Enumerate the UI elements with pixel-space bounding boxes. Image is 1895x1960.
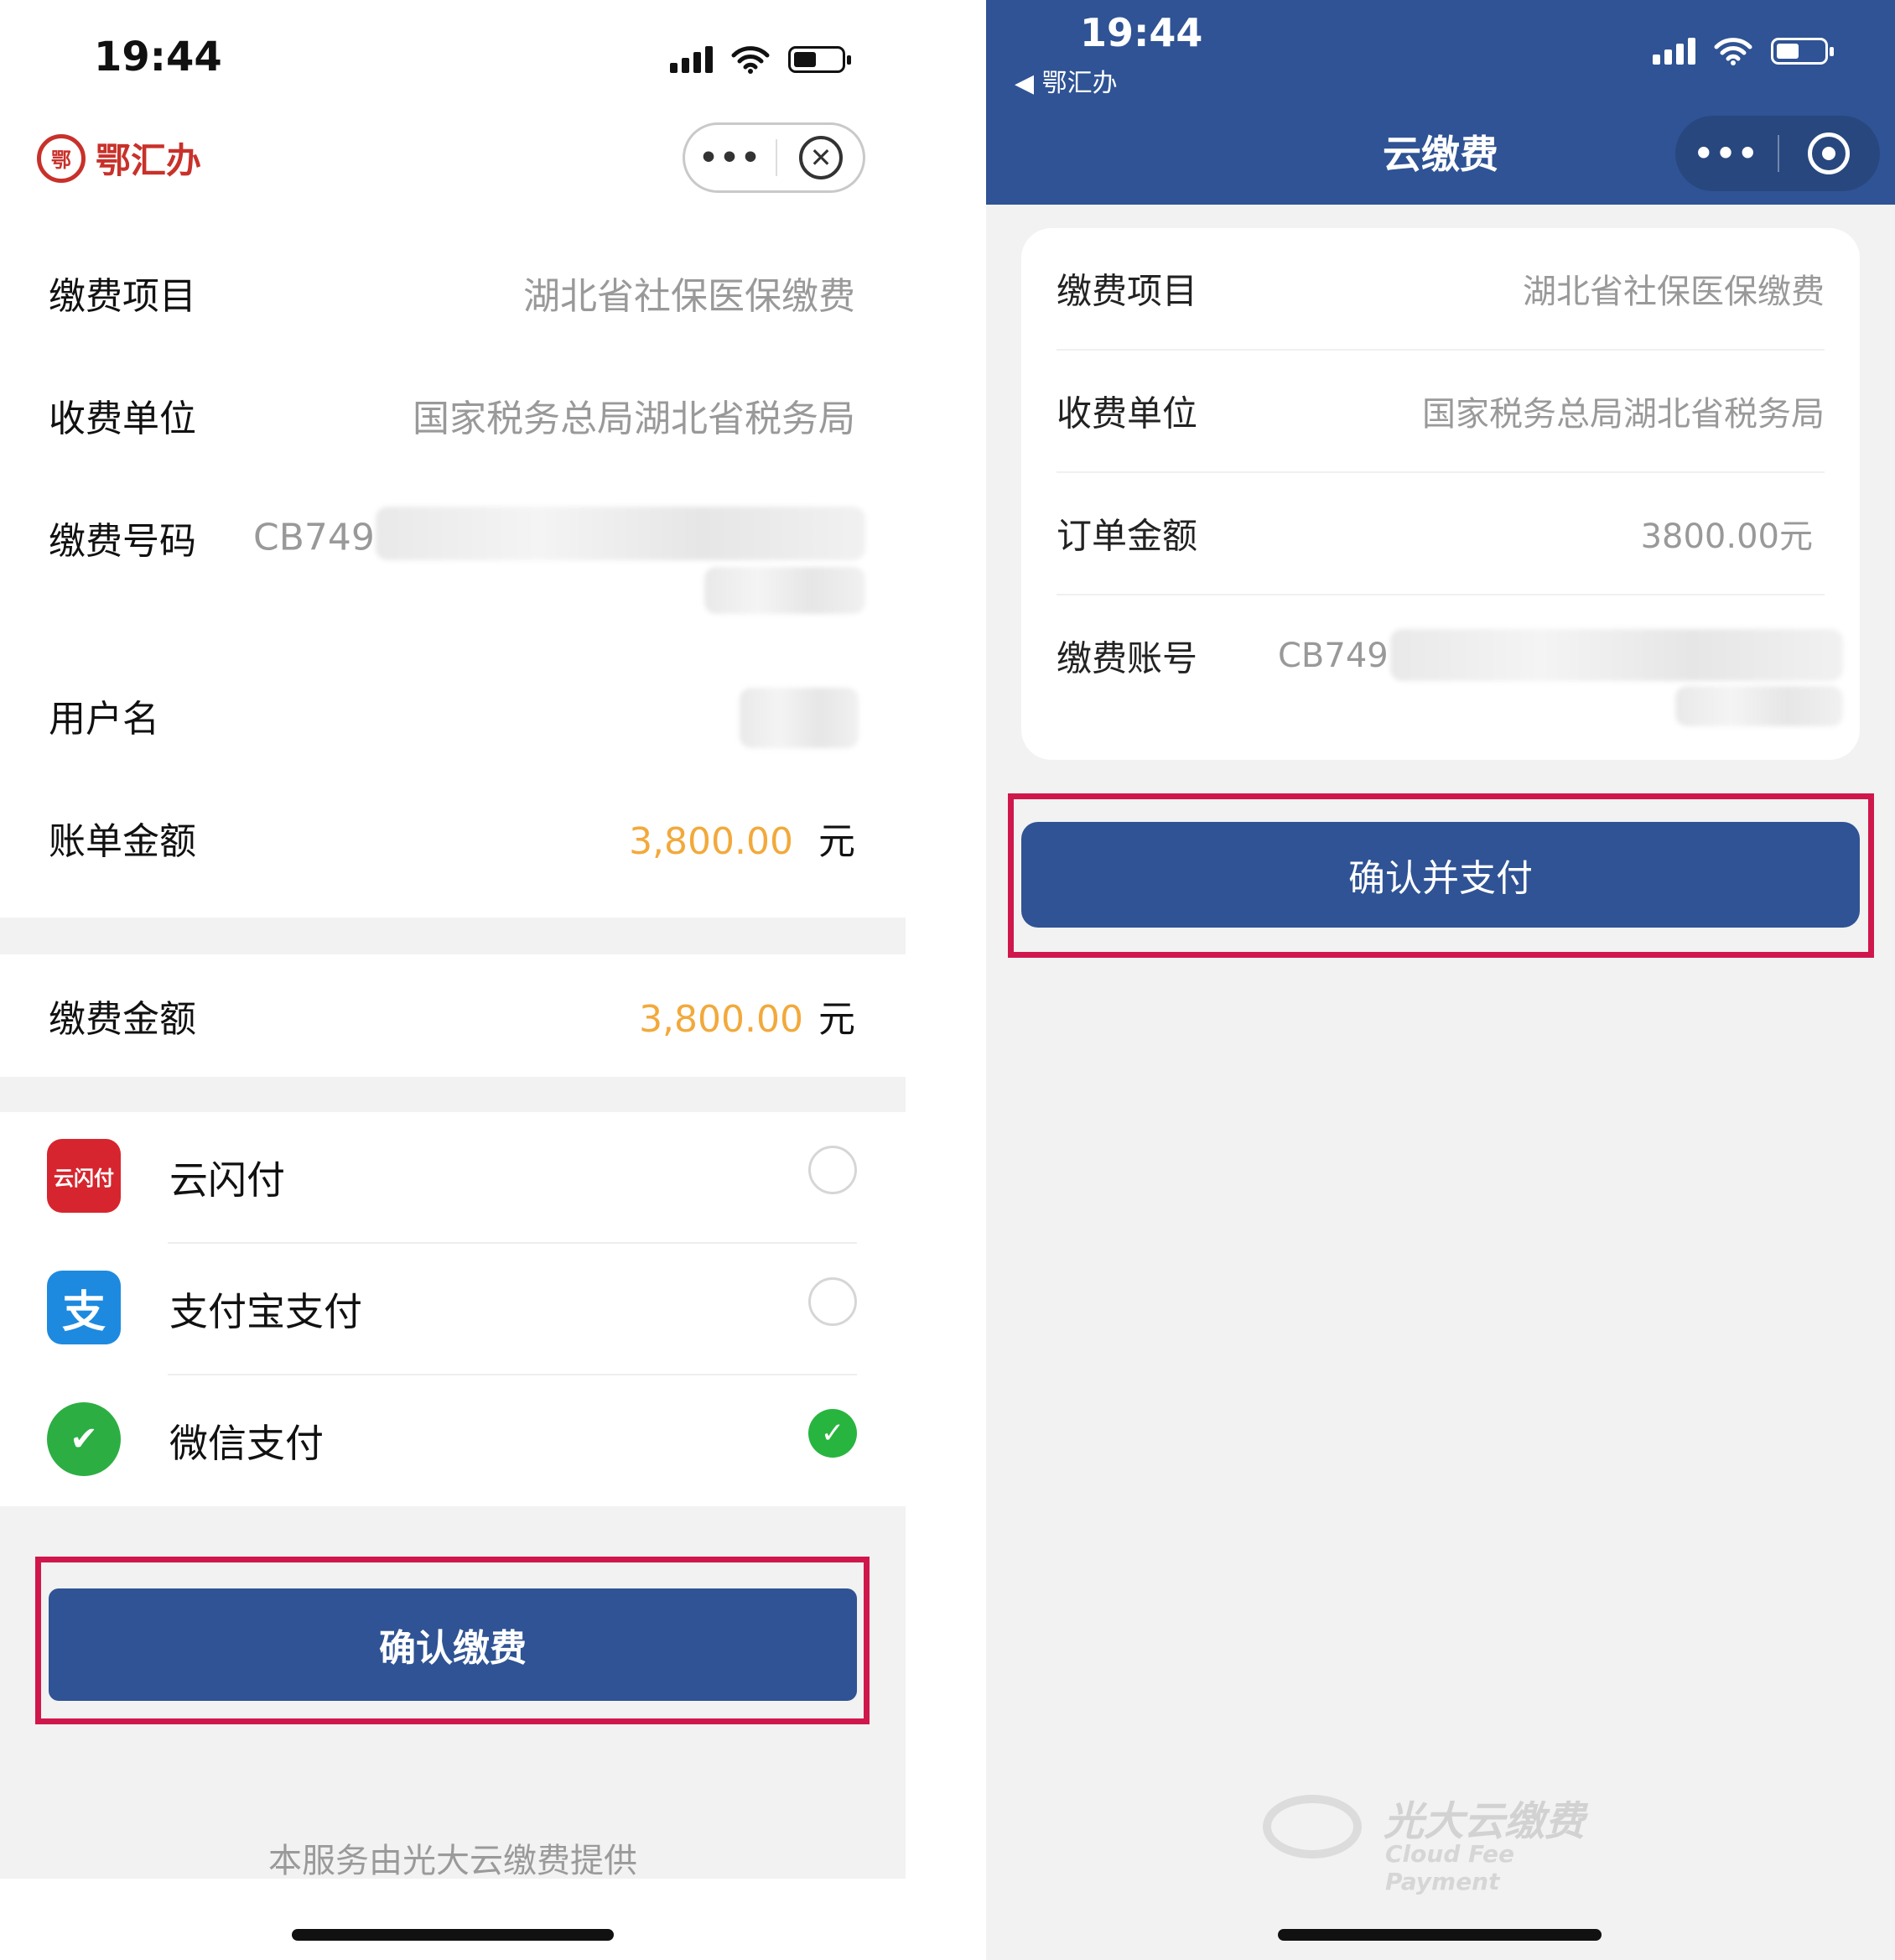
order-amount-value: 3800.00元	[1640, 517, 1813, 556]
radio-unselected[interactable]	[808, 1277, 857, 1326]
status-bar: 19:44	[0, 0, 906, 109]
payment-option-wechat[interactable]: ✔ 微信支付 ✓	[0, 1375, 906, 1506]
row-value: 国家税务总局湖北省税务局	[413, 398, 855, 440]
wifi-icon	[1714, 38, 1752, 65]
back-to-app-link[interactable]: ◀ 鄂汇办	[1015, 62, 1118, 99]
bill-amount: 3,800.00	[629, 820, 793, 863]
right-phone-screen: 19:44 ◀ 鄂汇办 云缴费 ••• 缴费项目 湖北省社保医保缴费 收费单位 …	[986, 0, 1895, 1960]
bill-amount-value: 3,800.00 元	[629, 811, 855, 865]
signal-icon	[670, 46, 713, 73]
service-provider-note: 本服务由光大云缴费提供	[268, 1842, 637, 1880]
logo-text-en: Cloud Fee Payment	[1385, 1840, 1515, 1895]
payment-option-label: 微信支付	[169, 1421, 324, 1466]
payment-option-alipay[interactable]: 支 支付宝支付	[0, 1244, 906, 1375]
radio-unselected[interactable]	[808, 1146, 857, 1194]
pay-amount-value: 3,800.00 元	[639, 989, 855, 1042]
system-icons	[1653, 37, 1834, 65]
currency-unit: 元	[818, 998, 855, 1041]
more-options-icon[interactable]: •••	[685, 141, 776, 175]
wifi-icon	[731, 46, 770, 74]
brand-emblem-icon: 鄂	[37, 133, 86, 183]
row-value: 湖北省社保医保缴费	[523, 275, 855, 318]
screenshot-composite: 19:44 鄂 鄂汇办 ••• ✕ 缴费项目 湖北省社保医保缴费 收费单位 国家…	[0, 0, 1895, 1960]
logo-text-cn: 光大云缴费	[1384, 1798, 1586, 1845]
row-bill-amount: 账单金额 3,800.00 元	[0, 777, 906, 899]
row-label: 缴费账号	[1057, 637, 1198, 679]
row-pay-amount: 缴费金额 3,800.00 元	[0, 954, 906, 1077]
currency-unit: 元	[818, 820, 855, 863]
row-payment-item: 缴费项目 湖北省社保医保缴费	[1057, 228, 1825, 349]
wechat-pay-icon: ✔	[47, 1402, 121, 1476]
payment-option-label: 云闪付	[169, 1157, 285, 1203]
everbright-cloud-fee-logo: 光大云缴费 Cloud Fee Payment	[1263, 1783, 1632, 1895]
row-label: 缴费号码	[49, 520, 196, 563]
home-indicator	[1278, 1929, 1602, 1941]
row-payment-item: 缴费项目 湖北省社保医保缴费	[0, 231, 906, 354]
miniprogram-capsule: •••	[1675, 116, 1880, 191]
home-indicator	[292, 1929, 614, 1941]
row-collecting-unit: 收费单位 国家税务总局湖北省税务局	[0, 354, 906, 476]
status-time: 19:44	[94, 34, 222, 81]
cloud-logo-icon	[1263, 1795, 1362, 1859]
payment-option-unionpay[interactable]: 云闪付 云闪付	[0, 1112, 906, 1243]
app-header: 鄂 鄂汇办 ••• ✕	[0, 117, 906, 201]
row-label: 缴费项目	[49, 275, 196, 318]
unionpay-icon: 云闪付	[47, 1139, 121, 1213]
row-label: 缴费项目	[1057, 270, 1198, 312]
system-icons	[670, 45, 851, 74]
row-label: 账单金额	[49, 820, 196, 863]
row-label: 缴费金额	[49, 998, 196, 1041]
payment-number-value: CB749	[253, 516, 375, 559]
section-separator	[0, 918, 906, 954]
pay-amount: 3,800.00	[639, 998, 803, 1041]
exit-miniprogram-icon[interactable]	[1808, 133, 1850, 174]
row-value: 湖北省社保医保缴费	[1523, 273, 1825, 311]
battery-icon	[788, 46, 851, 73]
payment-option-label: 支付宝支付	[169, 1289, 362, 1334]
order-info-card: 缴费项目 湖北省社保医保缴费 收费单位 国家税务总局湖北省税务局 订单金额 38…	[1021, 228, 1860, 760]
confirm-payment-button[interactable]: 确认缴费	[49, 1588, 857, 1701]
row-collecting-unit: 收费单位 国家税务总局湖北省税务局	[1057, 351, 1825, 471]
close-icon[interactable]: ✕	[799, 136, 843, 179]
radio-selected-check-icon[interactable]: ✓	[808, 1409, 857, 1458]
status-time: 19:44	[1080, 10, 1203, 55]
miniprogram-capsule: ••• ✕	[683, 122, 865, 193]
alipay-icon: 支	[47, 1271, 121, 1344]
brand-name: 鄂汇办	[96, 140, 202, 181]
section-separator	[0, 1077, 906, 1112]
redacted-account	[1390, 629, 1843, 681]
left-phone-screen: 19:44 鄂 鄂汇办 ••• ✕ 缴费项目 湖北省社保医保缴费 收费单位 国家…	[0, 0, 906, 1960]
redacted-username	[740, 688, 859, 748]
row-label: 订单金额	[1057, 515, 1198, 557]
account-number-value: CB749	[1278, 637, 1389, 675]
confirm-and-pay-button[interactable]: 确认并支付	[1021, 822, 1860, 928]
row-label: 用户名	[49, 698, 159, 741]
row-value: 国家税务总局湖北省税务局	[1422, 395, 1825, 434]
battery-icon	[1771, 38, 1834, 65]
redacted-number-tail	[704, 567, 865, 614]
app-header: 19:44 ◀ 鄂汇办 云缴费 •••	[986, 0, 1895, 205]
brand-logo: 鄂 鄂汇办	[37, 133, 201, 184]
redacted-account-tail	[1675, 686, 1843, 726]
row-order-amount: 订单金额 3800.00元	[1057, 473, 1825, 594]
row-label: 收费单位	[49, 398, 196, 440]
redacted-number	[376, 507, 865, 560]
row-label: 收费单位	[1057, 393, 1198, 434]
signal-icon	[1653, 38, 1695, 65]
more-options-icon[interactable]: •••	[1675, 135, 1778, 172]
